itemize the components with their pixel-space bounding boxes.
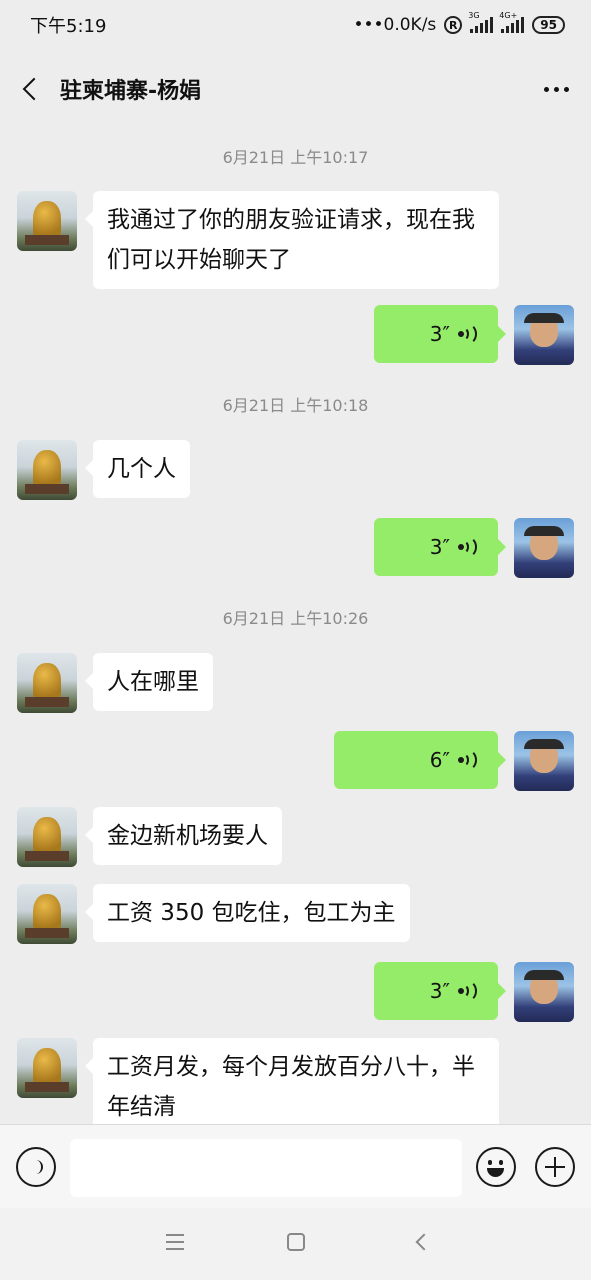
my-avatar[interactable] [514, 962, 574, 1022]
voice-wave-icon [458, 749, 478, 771]
received-message[interactable]: 工资 350 包吃住，包工为主 [85, 884, 410, 942]
contact-avatar[interactable] [17, 440, 77, 500]
status-time: 下午5:19 [30, 16, 107, 37]
signal-4g-icon: 4G+ [499, 11, 525, 33]
my-avatar[interactable] [514, 518, 574, 578]
voice-message[interactable]: 3″ [374, 305, 506, 363]
signal-3g-label: 3G [468, 11, 480, 20]
signal-4g-label: 4G+ [499, 11, 518, 20]
voice-message[interactable]: 3″ [374, 518, 506, 576]
received-message[interactable]: 金边新机场要人 [85, 807, 282, 865]
recent-apps-button[interactable] [166, 1234, 184, 1250]
system-nav-bar [0, 1208, 591, 1280]
more-options-button[interactable] [521, 50, 591, 128]
voice-input-button[interactable] [16, 1147, 56, 1187]
more-functions-button[interactable] [535, 1147, 575, 1187]
voice-wave-icon [458, 536, 478, 558]
my-avatar[interactable] [514, 731, 574, 791]
chevron-left-icon [22, 77, 46, 101]
received-message[interactable]: 几个人 [85, 440, 190, 498]
input-bar [0, 1124, 591, 1208]
voice-duration: 3″ [429, 535, 450, 559]
received-message[interactable]: 我通过了你的朋友验证请求，现在我们可以开始聊天了 [85, 191, 499, 289]
voice-message[interactable]: 6″ [334, 731, 506, 789]
plus-icon [553, 1157, 557, 1177]
message-list[interactable]: 6月21日 上午10:17 我通过了你的朋友验证请求，现在我们可以开始聊天了 3… [0, 128, 591, 1124]
battery-icon: 95 [532, 16, 565, 34]
voice-wave-icon [458, 323, 478, 345]
registered-icon: R [444, 16, 463, 34]
status-icons: •••0.0K/s R 3G 4G+ 95 [353, 11, 565, 35]
more-dot-icon [563, 86, 569, 92]
voice-duration: 6″ [429, 748, 450, 772]
voice-icon [29, 1160, 43, 1174]
received-message[interactable]: 人在哪里 [85, 653, 213, 711]
contact-avatar[interactable] [17, 884, 77, 944]
emoji-button[interactable] [476, 1147, 516, 1187]
chat-title: 驻柬埔寨-杨娟 [60, 79, 202, 104]
received-message[interactable]: 工资月发，每个月发放百分八十，半年结清 [85, 1038, 499, 1124]
status-bar: 下午5:19 •••0.0K/s R 3G 4G+ 95 [0, 0, 591, 50]
voice-wave-icon [458, 980, 478, 1002]
emoji-mouth-icon [487, 1168, 504, 1177]
voice-message[interactable]: 3″ [374, 962, 506, 1020]
contact-avatar[interactable] [17, 807, 77, 867]
contact-avatar[interactable] [17, 1038, 77, 1098]
more-dot-icon [553, 86, 559, 92]
timestamp: 6月21日 上午10:26 [222, 609, 369, 628]
more-dot-icon [543, 86, 549, 92]
back-button[interactable] [0, 50, 60, 128]
timestamp: 6月21日 上午10:17 [222, 148, 369, 167]
voice-duration: 3″ [429, 979, 450, 1003]
emoji-eyes-icon [488, 1160, 492, 1165]
network-speed: •••0.0K/s [353, 15, 437, 35]
message-input[interactable] [70, 1139, 462, 1197]
timestamp: 6月21日 上午10:18 [222, 396, 369, 415]
voice-duration: 3″ [429, 322, 450, 346]
signal-3g-icon: 3G [468, 11, 494, 33]
my-avatar[interactable] [514, 305, 574, 365]
system-back-button[interactable] [415, 1233, 433, 1251]
contact-avatar[interactable] [17, 191, 77, 251]
contact-avatar[interactable] [17, 653, 77, 713]
chat-header: 驻柬埔寨-杨娟 [0, 50, 591, 128]
home-button[interactable] [287, 1233, 305, 1251]
